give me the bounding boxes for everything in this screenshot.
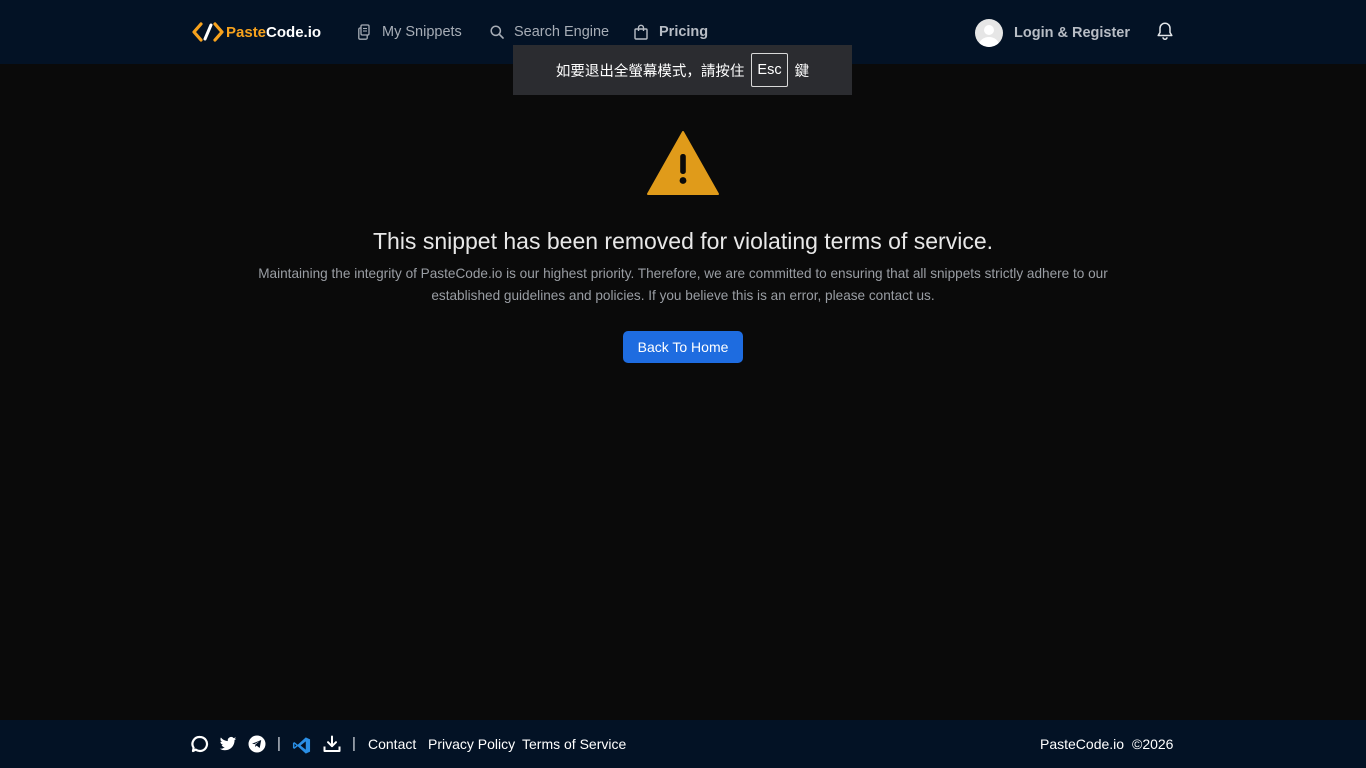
warning-triangle-icon	[647, 131, 719, 195]
fullscreen-exit-notice: 如要退出全螢幕模式，請按住 Esc 鍵	[513, 45, 852, 95]
nav-my-snippets-label: My Snippets	[382, 24, 462, 40]
nav-pricing-label: Pricing	[659, 24, 709, 40]
fullscreen-notice-text: 如要退出全螢幕模式，請按住	[555, 63, 745, 80]
footer-link-contact[interactable]: Contact	[368, 735, 416, 753]
download-icon[interactable]	[323, 735, 341, 753]
twitter-icon[interactable]	[219, 735, 237, 753]
shopping-bag-icon	[634, 24, 648, 40]
telegram-icon[interactable]	[248, 735, 266, 753]
esc-key-hint: Esc	[751, 53, 788, 87]
avatar	[975, 19, 1003, 47]
nav-search-engine-label: Search Engine	[514, 24, 610, 40]
chat-bubble-icon[interactable]	[191, 735, 209, 753]
bell-icon[interactable]	[1155, 21, 1175, 41]
footer-site-name: PasteCode.io	[1040, 736, 1125, 752]
footer-separator: |	[352, 735, 356, 752]
footer-link-terms-of-service[interactable]: Terms of Service	[522, 735, 626, 753]
login-register-link[interactable]: Login & Register	[975, 19, 1130, 47]
page-title: This snippet has been removed for violat…	[372, 228, 993, 254]
document-copy-icon	[358, 24, 370, 40]
removal-description: Maintaining the integrity of PasteCode.i…	[258, 266, 1108, 303]
brand-name: PasteCode.io	[226, 23, 322, 41]
footer-link-privacy-policy[interactable]: Privacy Policy	[428, 735, 515, 753]
back-to-home-button[interactable]: Back To Home	[623, 331, 743, 363]
vscode-icon[interactable]	[292, 736, 311, 755]
footer-copyright: ©2026	[1132, 736, 1174, 752]
footer-separator: |	[277, 735, 281, 752]
login-register-label: Login & Register	[1014, 25, 1131, 41]
nav-pricing[interactable]: Pricing	[633, 20, 708, 44]
code-brackets-icon	[192, 22, 224, 42]
nav-my-snippets[interactable]: My Snippets	[357, 20, 462, 44]
search-icon	[490, 25, 504, 39]
fullscreen-notice-suffix: 鍵	[794, 63, 810, 80]
brand-logo[interactable]: PasteCode.io	[192, 20, 321, 44]
nav-search-engine[interactable]: Search Engine	[490, 20, 609, 44]
